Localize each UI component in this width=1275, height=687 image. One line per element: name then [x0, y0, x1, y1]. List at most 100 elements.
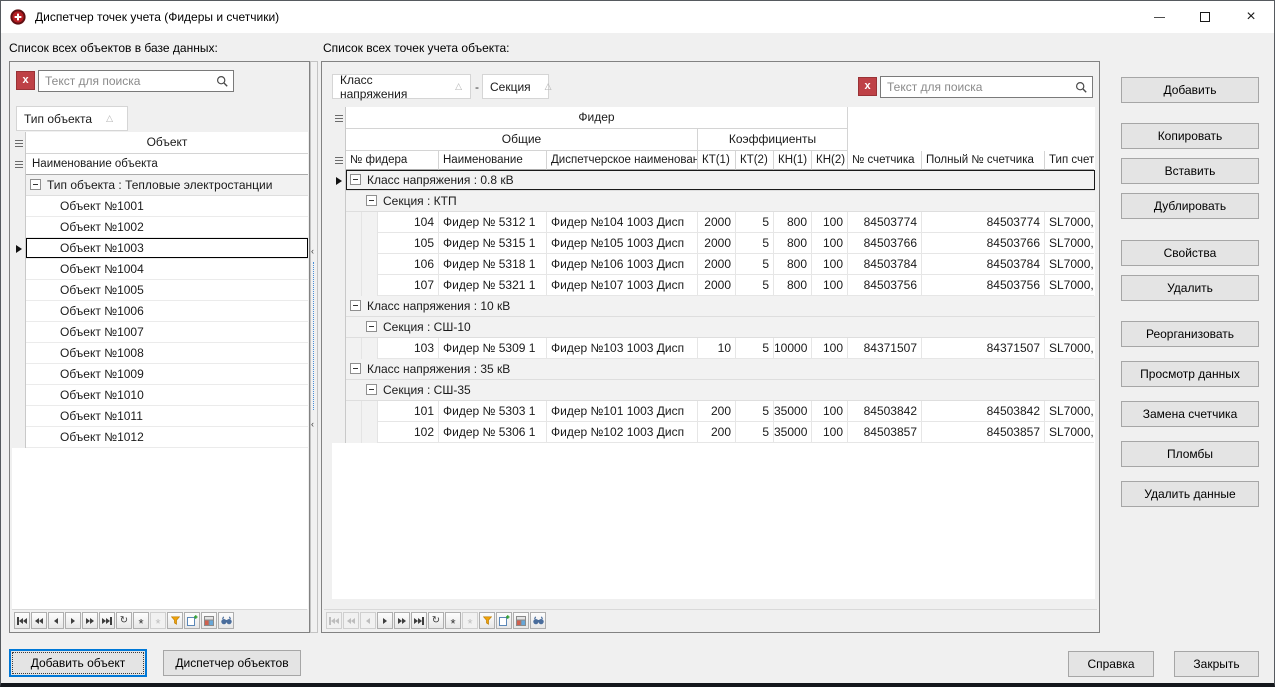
table-row[interactable]: 102Фидер № 5306 1Фидер №102 1003 Дисп200…	[332, 422, 1095, 443]
group-row[interactable]: Класс напряжения : 0.8 кВ	[332, 170, 1095, 191]
refresh-button[interactable]: ↻	[116, 612, 132, 629]
collapse-icon[interactable]	[30, 179, 41, 190]
last-record-button[interactable]	[99, 612, 115, 629]
maximize-button[interactable]	[1182, 1, 1228, 33]
group-row[interactable]: Тип объекта : Тепловые электростанции	[12, 175, 308, 196]
column-header-name[interactable]: Наименование	[439, 151, 547, 170]
seals-button[interactable]: Пломбы	[1121, 441, 1259, 467]
add-record-button[interactable]: *	[445, 612, 461, 629]
minimize-button[interactable]	[1136, 1, 1182, 33]
object-row[interactable]: Объект №1007	[12, 322, 308, 343]
clear-search-button[interactable]: x	[16, 71, 35, 90]
view-data-button[interactable]: Просмотр данных	[1121, 361, 1259, 387]
object-row[interactable]: Объект №1005	[12, 280, 308, 301]
collapse-left-icon[interactable]: ‹	[311, 420, 317, 428]
delete-record-icon: *	[155, 615, 160, 627]
add-object-button[interactable]: Добавить объект	[9, 649, 147, 677]
collapse-icon[interactable]	[366, 321, 377, 332]
band-common[interactable]: Общие	[346, 129, 698, 151]
object-row-selected[interactable]: Объект №1003	[12, 238, 308, 259]
duplicate-button[interactable]: Дублировать	[1121, 193, 1259, 219]
table-row[interactable]: 101Фидер № 5303 1Фидер №101 1003 Дисп200…	[332, 401, 1095, 422]
search-input[interactable]	[880, 76, 1093, 98]
customize-layout-button[interactable]	[201, 612, 217, 629]
column-header-full-meter-no[interactable]: Полный № счетчика	[922, 151, 1045, 170]
table-row[interactable]: 104Фидер № 5312 1Фидер №104 1003 Дисп200…	[332, 212, 1095, 233]
copy-button[interactable]: Копировать	[1121, 123, 1259, 149]
section-row[interactable]: Секция : СШ-35	[332, 380, 1095, 401]
last-record-button[interactable]	[411, 612, 427, 629]
table-row[interactable]: 105Фидер № 5315 1Фидер №105 1003 Дисп200…	[332, 233, 1095, 254]
replace-meter-button[interactable]: Замена счетчика	[1121, 401, 1259, 427]
delete-data-button[interactable]: Удалить данные	[1121, 481, 1259, 507]
reorganize-button[interactable]: Реорганизовать	[1121, 321, 1259, 347]
next-record-button[interactable]	[65, 612, 81, 629]
object-row[interactable]: Объект №1010	[12, 385, 308, 406]
column-header-kn1[interactable]: КН(1)	[774, 151, 812, 170]
add-record-button[interactable]: *	[133, 612, 149, 629]
object-row[interactable]: Объект №1012	[12, 427, 308, 448]
help-button[interactable]: Справка	[1068, 651, 1154, 677]
section-row[interactable]: Секция : КТП	[332, 191, 1095, 212]
column-header-meter-type[interactable]: Тип счетчика	[1045, 151, 1094, 170]
customize-layout-button[interactable]	[513, 612, 529, 629]
group-by-section[interactable]: Секция △	[482, 74, 549, 99]
prior-page-button[interactable]	[31, 612, 47, 629]
paste-button[interactable]: Вставить	[1121, 158, 1259, 184]
next-page-button[interactable]	[394, 612, 410, 629]
object-row[interactable]: Объект №1009	[12, 364, 308, 385]
object-row[interactable]: Объект №1008	[12, 343, 308, 364]
group-row[interactable]: Класс напряжения : 35 кВ	[332, 359, 1095, 380]
band-object[interactable]: Объект	[26, 132, 308, 154]
current-row-icon	[336, 177, 342, 185]
table-row[interactable]: 106Фидер № 5318 1Фидер №106 1003 Дисп200…	[332, 254, 1095, 275]
collapse-left-icon[interactable]: ‹	[311, 247, 317, 255]
group-by-label: Класс напряжения	[340, 73, 441, 101]
object-row[interactable]: Объект №1006	[12, 301, 308, 322]
section-row[interactable]: Секция : СШ-10	[332, 317, 1095, 338]
find-button[interactable]	[530, 612, 546, 629]
export-button[interactable]	[184, 612, 200, 629]
group-row[interactable]: Класс напряжения : 10 кВ	[332, 296, 1095, 317]
collapse-icon[interactable]	[350, 174, 361, 185]
table-row[interactable]: 107Фидер № 5321 1Фидер №107 1003 Дисп200…	[332, 275, 1095, 296]
collapse-icon[interactable]	[350, 300, 361, 311]
object-row[interactable]: Объект №1004	[12, 259, 308, 280]
next-record-button[interactable]	[377, 612, 393, 629]
collapse-icon[interactable]	[366, 384, 377, 395]
search-input[interactable]	[38, 70, 234, 92]
first-record-button[interactable]	[14, 612, 30, 629]
column-header-kt1[interactable]: КТ(1)	[698, 151, 736, 170]
close-button[interactable]: ×	[1228, 1, 1274, 33]
column-header-meter-no[interactable]: № счетчика	[848, 151, 922, 170]
filter-button[interactable]	[167, 612, 183, 629]
find-button[interactable]	[218, 612, 234, 629]
object-row[interactable]: Объект №1002	[12, 217, 308, 238]
next-page-button[interactable]	[82, 612, 98, 629]
group-by-object-type[interactable]: Тип объекта △	[16, 106, 128, 131]
add-button[interactable]: Добавить	[1121, 77, 1259, 103]
delete-button[interactable]: Удалить	[1121, 275, 1259, 301]
column-header-kt2[interactable]: КТ(2)	[736, 151, 774, 170]
column-header-kn2[interactable]: КН(2)	[812, 151, 848, 170]
prior-record-button[interactable]	[48, 612, 64, 629]
object-manager-button[interactable]: Диспетчер объектов	[163, 650, 301, 676]
collapse-icon[interactable]	[350, 363, 361, 374]
column-header-feeder-no[interactable]: № фидера	[346, 151, 439, 170]
properties-button[interactable]: Свойства	[1121, 240, 1259, 266]
object-row[interactable]: Объект №1001	[12, 196, 308, 217]
group-by-voltage-class[interactable]: Класс напряжения △	[332, 74, 471, 99]
refresh-button[interactable]: ↻	[428, 612, 444, 629]
filter-button[interactable]	[479, 612, 495, 629]
column-header-object-name[interactable]: Наименование объекта	[26, 154, 308, 175]
column-header-dispatch-name[interactable]: Диспетчерское наименование	[547, 151, 698, 170]
band-feeder[interactable]: Фидер	[346, 107, 848, 129]
object-row[interactable]: Объект №1011	[12, 406, 308, 427]
panel-splitter[interactable]: ‹ ‹	[310, 61, 318, 633]
close-dialog-button[interactable]: Закрыть	[1174, 651, 1259, 677]
clear-search-button[interactable]: x	[858, 77, 877, 96]
export-button[interactable]	[496, 612, 512, 629]
collapse-icon[interactable]	[366, 195, 377, 206]
band-coefficients[interactable]: Коэффициенты	[698, 129, 848, 151]
table-row[interactable]: 103Фидер № 5309 1Фидер №103 1003 Дисп105…	[332, 338, 1095, 359]
